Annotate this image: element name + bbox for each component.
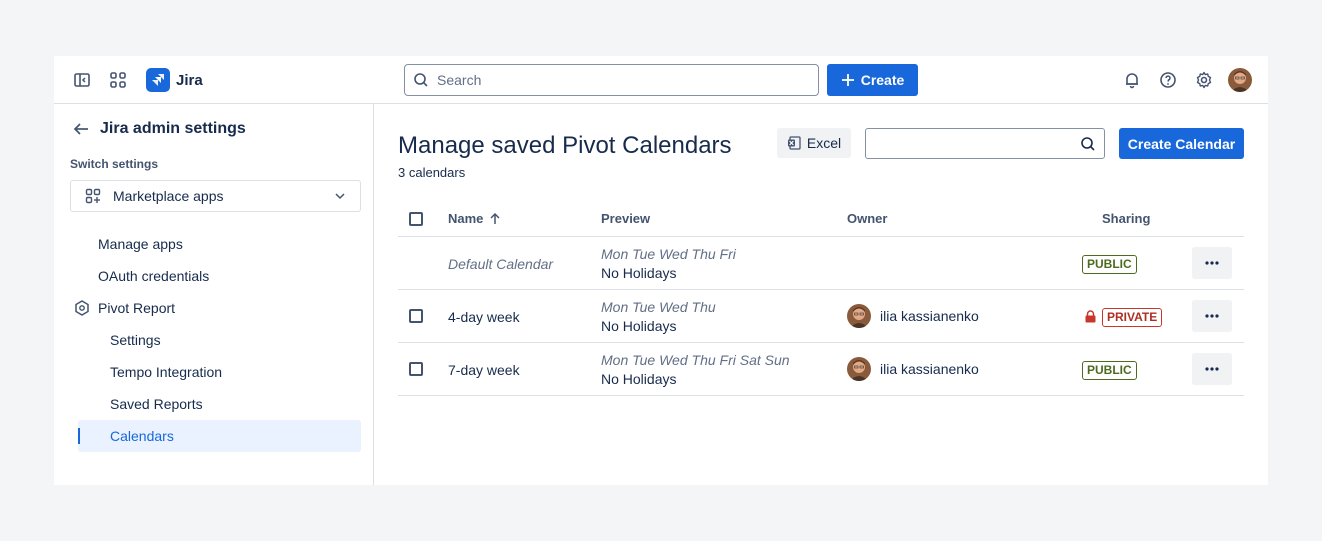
row-checkbox[interactable] xyxy=(409,362,423,376)
select-all-checkbox[interactable] xyxy=(409,212,423,226)
table-row[interactable]: 7-day week Mon Tue Wed Thu Fri Sat Sun N… xyxy=(398,343,1244,396)
more-horizontal-icon xyxy=(1205,314,1219,318)
create-calendar-button[interactable]: Create Calendar xyxy=(1119,128,1244,159)
owner-name: ilia kassianenko xyxy=(880,308,979,324)
column-header-preview: Preview xyxy=(601,211,651,226)
sidebar-item-calendars[interactable]: Calendars xyxy=(110,428,174,444)
app-window: Jira Create Jira admin settings Switch s… xyxy=(54,56,1268,485)
plus-icon xyxy=(841,74,854,86)
calendar-count: 3 calendars xyxy=(398,165,466,180)
user-avatar[interactable] xyxy=(1228,68,1252,92)
sidebar-item-oauth-credentials[interactable]: OAuth credentials xyxy=(98,268,209,284)
calendar-name: 7-day week xyxy=(448,362,520,378)
sidebar-item-saved-reports[interactable]: Saved Reports xyxy=(110,396,203,412)
more-horizontal-icon xyxy=(1205,367,1219,371)
more-actions-button[interactable] xyxy=(1192,300,1232,332)
calendar-name: Default Calendar xyxy=(448,256,554,272)
calendar-preview: Mon Tue Wed Thu Fri No Holidays xyxy=(601,246,736,281)
sidebar-item-tempo-integration[interactable]: Tempo Integration xyxy=(110,364,222,380)
hexagon-icon xyxy=(75,300,89,316)
table-row[interactable]: Default Calendar Mon Tue Wed Thu Fri No … xyxy=(398,237,1244,290)
preview-holidays: No Holidays xyxy=(601,371,677,387)
excel-icon xyxy=(787,136,801,150)
calendar-search-field[interactable] xyxy=(865,128,1105,159)
owner-avatar xyxy=(847,357,871,381)
calendar-search-input[interactable] xyxy=(874,129,1079,156)
search-icon[interactable] xyxy=(1080,136,1096,152)
app-switcher-icon[interactable] xyxy=(108,70,128,90)
settings-icon[interactable] xyxy=(1194,70,1214,90)
app-name[interactable]: Jira xyxy=(176,72,203,89)
row-checkbox[interactable] xyxy=(409,309,423,323)
column-header-owner: Owner xyxy=(847,211,888,226)
arrow-left-icon xyxy=(73,123,88,135)
jira-logo-icon[interactable] xyxy=(146,68,170,92)
preview-days: Mon Tue Wed Thu Fri Sat Sun xyxy=(601,352,790,368)
more-actions-button[interactable] xyxy=(1192,353,1232,385)
status-badge: PUBLIC xyxy=(1082,361,1137,380)
calendar-preview: Mon Tue Wed Thu No Holidays xyxy=(601,299,716,334)
sidebar-item-pivot-report[interactable]: Pivot Report xyxy=(98,300,175,316)
owner-cell: ilia kassianenko xyxy=(847,357,979,381)
excel-label: Excel xyxy=(806,135,842,151)
preview-days: Mon Tue Wed Thu Fri xyxy=(601,246,736,262)
owner-avatar xyxy=(847,304,871,328)
page-title: Manage saved Pivot Calendars xyxy=(398,132,732,159)
preview-holidays: No Holidays xyxy=(601,318,677,334)
global-search[interactable] xyxy=(404,64,819,96)
status-badge: PUBLIC xyxy=(1082,255,1137,274)
sidebar: Jira admin settings Switch settings Mark… xyxy=(54,104,374,485)
more-horizontal-icon xyxy=(1205,261,1219,265)
sidebar-item-manage-apps[interactable]: Manage apps xyxy=(98,236,183,252)
search-input[interactable] xyxy=(437,72,797,88)
calendar-name: 4-day week xyxy=(448,309,520,325)
column-header-name[interactable]: Name xyxy=(448,211,501,226)
create-button-label: Create xyxy=(860,72,905,88)
owner-name: ilia kassianenko xyxy=(880,361,979,377)
chevron-down-icon xyxy=(335,193,345,200)
search-icon xyxy=(414,73,428,87)
excel-export-button[interactable]: Excel xyxy=(777,128,851,158)
status-badge: PRIVATE xyxy=(1102,308,1163,327)
apps-add-icon xyxy=(85,188,101,204)
column-header-sharing: Sharing xyxy=(1102,211,1151,226)
back-to-admin[interactable]: Jira admin settings xyxy=(72,120,246,138)
sidebar-item-settings[interactable]: Settings xyxy=(110,332,161,348)
switch-settings-label: Switch settings xyxy=(70,157,159,171)
create-button[interactable]: Create xyxy=(827,64,918,96)
column-name-label: Name xyxy=(448,211,484,226)
active-indicator xyxy=(78,428,80,444)
help-icon[interactable] xyxy=(1158,70,1178,90)
preview-days: Mon Tue Wed Thu xyxy=(601,299,716,315)
switch-settings-select[interactable]: Marketplace apps xyxy=(70,180,361,212)
sort-ascending-icon xyxy=(490,212,500,224)
switch-settings-value: Marketplace apps xyxy=(113,188,224,204)
table-header: Name Preview Owner Sharing xyxy=(398,200,1244,237)
main-content: Manage saved Pivot Calendars 3 calendars… xyxy=(374,104,1268,485)
sidebar-toggle-icon[interactable] xyxy=(72,70,92,90)
calendar-preview: Mon Tue Wed Thu Fri Sat Sun No Holidays xyxy=(601,352,790,387)
preview-holidays: No Holidays xyxy=(601,265,677,281)
owner-cell: ilia kassianenko xyxy=(847,304,979,328)
top-navigation-bar: Jira Create xyxy=(54,56,1268,104)
more-actions-button[interactable] xyxy=(1192,247,1232,279)
notifications-icon[interactable] xyxy=(1122,70,1142,90)
sidebar-title: Jira admin settings xyxy=(100,120,246,137)
lock-icon xyxy=(1085,310,1096,323)
table-row[interactable]: 4-day week Mon Tue Wed Thu No Holidays i… xyxy=(398,290,1244,343)
